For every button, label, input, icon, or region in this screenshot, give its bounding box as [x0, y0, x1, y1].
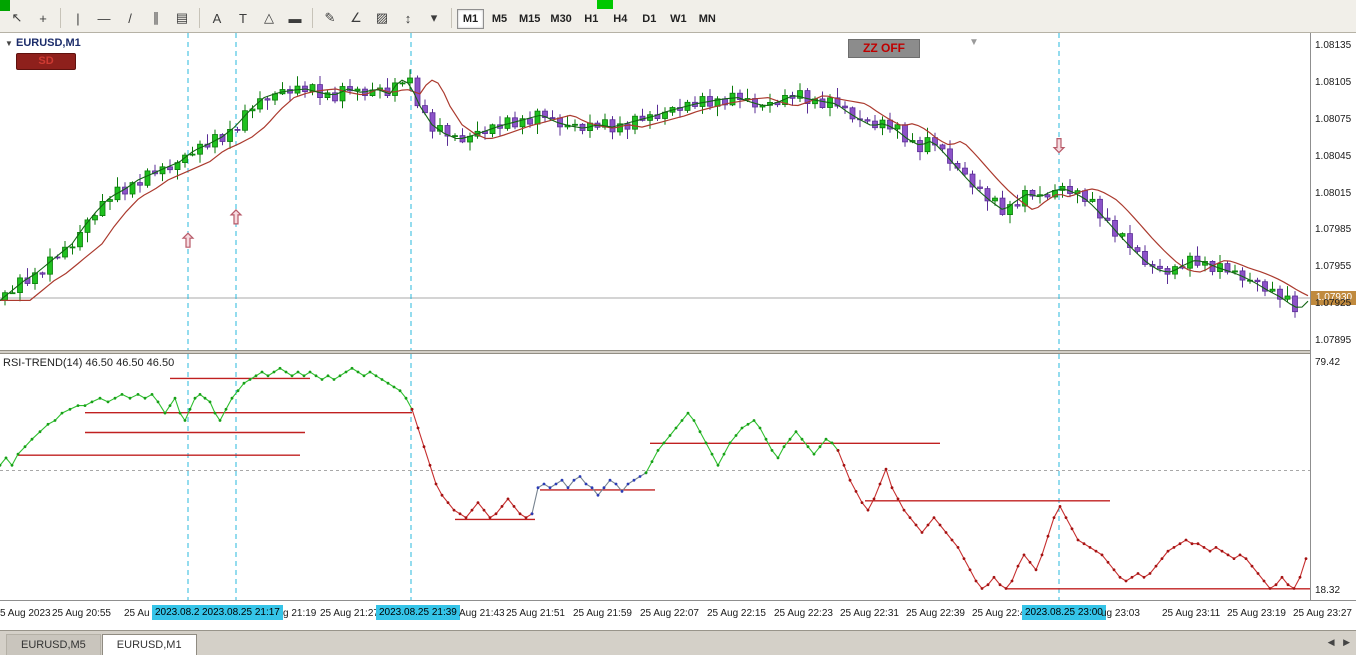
crosshair-icon[interactable]: +	[31, 7, 55, 29]
price-scale-label: 1.08015	[1315, 187, 1352, 199]
price-scale-label: 1.08105	[1315, 76, 1352, 88]
time-axis-label: 25 Aug 22:31	[840, 608, 899, 619]
rsi-indicator-chart[interactable]	[0, 354, 1310, 600]
time-axis-highlight-label: 2023.08.25 21:17	[199, 605, 283, 620]
time-axis-label: 25 Au	[124, 608, 150, 619]
time-axis-highlight-label: 2023.08.2	[152, 605, 203, 620]
toolbar-separator	[199, 8, 200, 28]
ma-fast-line	[0, 79, 1309, 308]
arrows-dropdown-icon[interactable]: ▾	[422, 7, 446, 29]
price-scale-label: 1.07925	[1315, 298, 1352, 310]
rsi-segment-drop-2	[837, 450, 1307, 590]
rsi-segment-drop-1	[411, 409, 533, 519]
chart-dropdown-icon[interactable]: ▼	[969, 37, 979, 48]
timeframe-buttons-group: M1 M5 M15 M30 H1 H4 D1 W1 MN	[456, 9, 722, 29]
rsi-indicator-label: RSI-TREND(14) 46.50 46.50 46.50	[3, 357, 175, 369]
price-scale-label: 1.08045	[1315, 150, 1352, 162]
timeframe-w1[interactable]: W1	[665, 9, 692, 29]
price-scale-label: 1.08135	[1315, 40, 1352, 51]
arrow-up-shape-icon[interactable]: △	[257, 7, 281, 29]
time-axis-label: 25 Aug 20:55	[52, 608, 111, 619]
arrows-tool-icon[interactable]: ↕	[396, 7, 420, 29]
pencil-icon[interactable]: ✎	[318, 7, 342, 29]
drawing-tools-group: ↖ + | — / ∥ ▤ A T △ ▬ ✎ ∠ ▨ ↕ ▾	[4, 7, 456, 29]
timeframe-m30[interactable]: M30	[546, 9, 575, 29]
sd-button[interactable]: SD	[16, 53, 76, 70]
time-axis[interactable]: 5 Aug 2023 25 Aug 20:55 25 Au 2023.08.2 2023…	[0, 600, 1356, 630]
time-axis-label: 25 Aug 21:27	[320, 608, 379, 619]
candlestick-series	[2, 69, 1298, 318]
timeframe-h1[interactable]: H1	[578, 9, 605, 29]
vertical-time-lines	[187, 354, 1060, 600]
decor-green-square	[0, 0, 10, 11]
timeframe-m1[interactable]: M1	[457, 9, 484, 29]
symbol-label: ▼ EURUSD,M1	[5, 37, 81, 49]
time-axis-label: 25 Aug 23:19	[1227, 608, 1286, 619]
time-axis-label: 25 Aug 21:59	[573, 608, 632, 619]
zz-off-button[interactable]: ZZ OFF	[848, 39, 920, 58]
signal-arrows	[181, 137, 1066, 248]
buy-arrow-icon	[181, 232, 195, 248]
toolbar-separator	[60, 8, 61, 28]
time-axis-highlight-label: 2023.08.25 21:39	[376, 605, 460, 620]
chart-tabs-bar: EURUSD,M5 EURUSD,M1 ◀ ▶	[0, 630, 1356, 655]
text-icon[interactable]: A	[205, 7, 229, 29]
time-axis-highlight-label: 2023.08.25 23:00	[1022, 605, 1106, 620]
toolbar-separator	[312, 8, 313, 28]
timeframe-m5[interactable]: M5	[486, 9, 513, 29]
vertical-time-lines	[187, 33, 1060, 350]
horizontal-line-icon[interactable]: —	[92, 7, 116, 29]
time-axis-label: Aug 21:43	[459, 608, 505, 619]
decor-green-rect	[597, 0, 613, 9]
tab-scroll-buttons: ◀ ▶	[1322, 637, 1350, 648]
time-axis-label: 25 Aug 23:27	[1293, 608, 1352, 619]
ma-slow-line	[0, 79, 1309, 301]
price-scale-label: 1.07895	[1315, 335, 1352, 346]
time-axis-label: g 21:19	[283, 608, 317, 619]
time-axis-label: ug 23:03	[1101, 608, 1140, 619]
time-axis-label: 25 Aug 22:23	[774, 608, 833, 619]
rsi-segment-rise-1	[0, 367, 413, 467]
equidistant-channel-icon[interactable]: ∥	[144, 7, 168, 29]
time-axis-label: 5 Aug 2023	[0, 608, 51, 619]
trendline-icon[interactable]: /	[118, 7, 142, 29]
rectangle-shape-icon[interactable]: ▬	[283, 7, 307, 29]
price-scale-label: 1.07985	[1315, 224, 1352, 236]
symbol-dropdown-icon[interactable]: ▼	[5, 39, 13, 48]
time-axis-label: 25 Aug 23:11	[1162, 608, 1221, 619]
price-scale-label: 1.07955	[1315, 261, 1352, 273]
fibonacci-icon[interactable]: ▤	[170, 7, 194, 29]
timeframe-h4[interactable]: H4	[607, 9, 634, 29]
toolbar: ↖ + | — / ∥ ▤ A T △ ▬ ✎ ∠ ▨ ↕ ▾ M1 M5 M15 M30 H1 H4 D1 W1 MN	[0, 0, 1356, 33]
time-axis-label: 25 Aug 22:39	[906, 608, 965, 619]
metatrader-window: ↖ + | — / ∥ ▤ A T △ ▬ ✎ ∠ ▨ ↕ ▾ M1 M5 M15 M30 H1 H4 D1 W1 MN ▼ …	[0, 0, 1356, 655]
angle-icon[interactable]: ∠	[344, 7, 368, 29]
buy-arrow-icon	[229, 209, 243, 225]
timeframe-m15[interactable]: M15	[515, 9, 544, 29]
time-axis-label: 25 Aug 22:15	[707, 608, 766, 619]
hatch-icon[interactable]: ▨	[370, 7, 394, 29]
tab-eurusd-m1[interactable]: EURUSD,M1	[101, 634, 197, 655]
rsi-scale-min: 18.32	[1315, 585, 1341, 596]
rsi-segment-mid-flat	[531, 472, 647, 514]
price-scale[interactable]: 79.42 18.32 1.07930 1.08135 1.08105 1.0807…	[1310, 33, 1356, 600]
tab-scroll-next-icon[interactable]: ▶	[1343, 637, 1350, 647]
rsi-level-lines	[18, 377, 1310, 590]
text-label-icon[interactable]: T	[231, 7, 255, 29]
rsi-scale-max: 79.42	[1315, 357, 1341, 368]
toolbar-separator	[451, 8, 452, 28]
chart-area: ▼ EURUSD,M1 SD ZZ OFF ▼ RSI-TREND(14) 46…	[0, 33, 1356, 630]
rsi-line-segments	[0, 366, 1308, 590]
price-chart[interactable]	[0, 33, 1310, 350]
time-axis-label: 25 Aug 21:51	[506, 608, 565, 619]
time-axis-label: 25 Aug 22:07	[640, 608, 699, 619]
tab-scroll-prev-icon[interactable]: ◀	[1328, 637, 1335, 647]
price-scale-label: 1.08075	[1315, 113, 1352, 125]
timeframe-d1[interactable]: D1	[636, 9, 663, 29]
vertical-line-icon[interactable]: |	[66, 7, 90, 29]
symbol-text: EURUSD,M1	[15, 37, 81, 49]
timeframe-mn[interactable]: MN	[694, 9, 721, 29]
tab-eurusd-m5[interactable]: EURUSD,M5	[6, 634, 101, 655]
sell-arrow-icon	[1052, 137, 1066, 154]
